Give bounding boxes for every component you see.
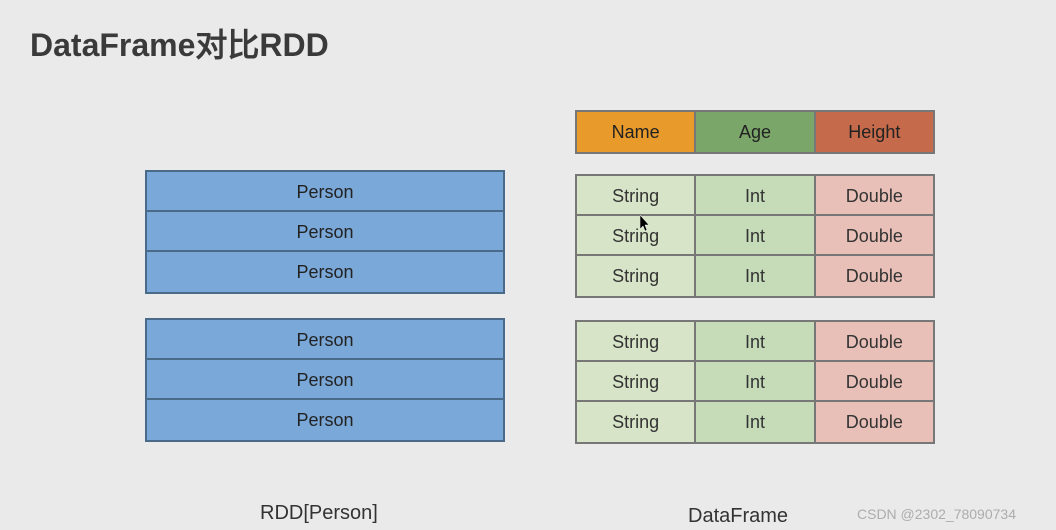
- cell-height: Double: [816, 362, 933, 402]
- cell-name: String: [577, 402, 696, 442]
- table-row: String Int Double: [577, 322, 933, 362]
- rdd-row: Person: [147, 400, 503, 440]
- watermark: CSDN @2302_78090734: [857, 506, 1016, 522]
- table-row: String Int Double: [577, 362, 933, 402]
- cell-height: Double: [816, 176, 933, 216]
- cell-name: String: [577, 322, 696, 362]
- dataframe-panel: Name Age Height String Int Double String…: [575, 110, 935, 466]
- cell-age: Int: [696, 362, 815, 402]
- header-age: Age: [696, 112, 815, 152]
- table-row: String Int Double: [577, 176, 933, 216]
- cell-age: Int: [696, 322, 815, 362]
- rdd-row: Person: [147, 320, 503, 360]
- rdd-row: Person: [147, 172, 503, 212]
- dataframe-block-1: String Int Double String Int Double Stri…: [575, 174, 935, 298]
- rdd-block-2: Person Person Person: [145, 318, 505, 442]
- rdd-row: Person: [147, 252, 503, 292]
- table-row: String Int Double: [577, 256, 933, 296]
- rdd-row: Person: [147, 212, 503, 252]
- cell-height: Double: [816, 402, 933, 442]
- dataframe-caption: DataFrame: [688, 505, 788, 528]
- dataframe-block-2: String Int Double String Int Double Stri…: [575, 320, 935, 444]
- table-row: String Int Double: [577, 216, 933, 256]
- rdd-caption: RDD[Person]: [260, 502, 378, 525]
- cell-height: Double: [816, 216, 933, 256]
- rdd-row: Person: [147, 360, 503, 400]
- cell-age: Int: [696, 176, 815, 216]
- page-title: DataFrame对比RDD: [30, 20, 329, 66]
- cell-name: String: [577, 176, 696, 216]
- rdd-panel: Person Person Person Person Person Perso…: [145, 170, 505, 442]
- cell-height: Double: [816, 256, 933, 296]
- cell-name: String: [577, 362, 696, 402]
- cell-name: String: [577, 256, 696, 296]
- cell-name: String: [577, 216, 696, 256]
- header-height: Height: [816, 112, 933, 152]
- cell-age: Int: [696, 216, 815, 256]
- rdd-block-1: Person Person Person: [145, 170, 505, 294]
- dataframe-header: Name Age Height: [575, 110, 935, 154]
- cell-height: Double: [816, 322, 933, 362]
- header-name: Name: [577, 112, 696, 152]
- cell-age: Int: [696, 402, 815, 442]
- table-row: String Int Double: [577, 402, 933, 442]
- cell-age: Int: [696, 256, 815, 296]
